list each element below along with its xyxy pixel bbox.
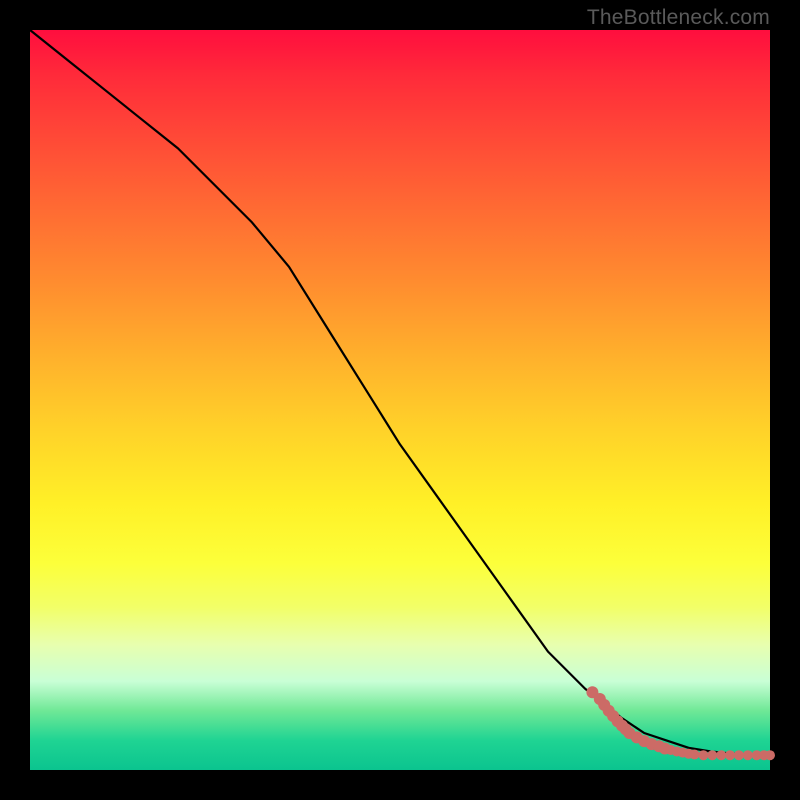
- data-point: [725, 750, 735, 760]
- data-point: [690, 750, 700, 760]
- data-point: [765, 750, 775, 760]
- plot-svg: [30, 30, 770, 770]
- data-point: [743, 750, 753, 760]
- bottleneck-curve: [30, 30, 770, 755]
- data-point: [698, 750, 708, 760]
- plot-area: [30, 30, 770, 770]
- scatter-group: [586, 686, 775, 760]
- data-point: [707, 750, 717, 760]
- data-point: [734, 750, 744, 760]
- watermark: TheBottleneck.com: [587, 6, 770, 30]
- data-point: [716, 750, 726, 760]
- chart-frame: TheBottleneck.com: [0, 0, 800, 800]
